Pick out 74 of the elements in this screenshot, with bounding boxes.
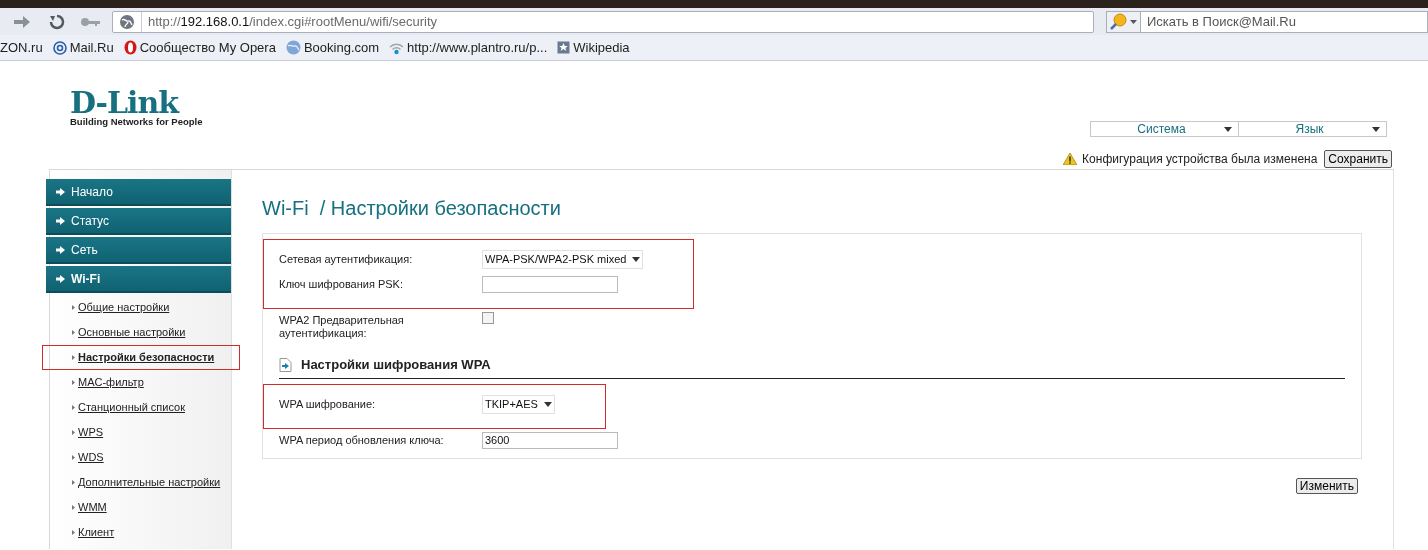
chevron-icon — [72, 455, 75, 460]
warning-icon — [1063, 153, 1078, 165]
search-field[interactable]: Искать в Поиск@Mail.Ru — [1141, 10, 1428, 33]
chevron-icon — [72, 505, 75, 510]
bookmark-link[interactable]: ZON.ru — [0, 39, 43, 56]
save-button[interactable]: Сохранить — [1324, 150, 1392, 168]
field-label: WPA период обновления ключа: — [279, 432, 445, 447]
submenu-link[interactable]: WMM — [78, 499, 107, 516]
caret-icon — [1224, 126, 1232, 132]
menu-item[interactable]: Сеть — [46, 237, 231, 264]
submenu-link[interactable]: Настройки безопасности — [78, 349, 215, 366]
search-engine-button[interactable] — [1106, 10, 1141, 33]
arrow-icon — [56, 187, 65, 196]
submenu-link[interactable]: Клиент — [78, 524, 115, 541]
chevron-icon — [72, 330, 75, 335]
menu-item[interactable]: Статус — [46, 208, 231, 235]
menu-dropdown[interactable]: Система — [1090, 121, 1239, 137]
forward-icon[interactable] — [12, 14, 32, 29]
bookmark-link[interactable]: Booking.com — [285, 39, 380, 56]
arrow-icon — [56, 274, 65, 283]
field-label: Ключ шифрования PSK: — [279, 277, 404, 291]
submenu-link[interactable]: Дополнительные настройки — [78, 474, 221, 491]
menu-item[interactable]: Wi-Fi — [46, 266, 231, 293]
caret-icon — [1372, 126, 1380, 132]
select-dropdown[interactable]: WPA-PSK/WPA2-PSK mixed — [482, 250, 644, 269]
submenu-link[interactable]: Общие настройки — [78, 299, 170, 316]
menu-item[interactable]: Начало — [46, 179, 231, 206]
apply-button[interactable]: Изменить — [1295, 478, 1358, 494]
opera-icon — [123, 40, 137, 55]
submenu-link[interactable]: Станционный список — [78, 399, 186, 416]
submenu-link[interactable]: WDS — [78, 449, 104, 466]
field-label: WPA шифрование: — [279, 396, 377, 411]
page-title: Wi-Fi / Настройки безопасности — [262, 196, 562, 220]
globe-icon — [119, 13, 135, 30]
text-field[interactable]: 3600 — [482, 431, 618, 449]
field-label: Сетевая аутентификация: — [279, 252, 414, 266]
chevron-icon — [72, 355, 75, 360]
chevron-icon — [72, 430, 75, 435]
caret-icon — [543, 401, 552, 407]
address-text: http://192.168.0.1/index.cgi#rootMenu/wifi/security — [148, 12, 438, 31]
arrow-icon — [56, 245, 65, 254]
chevron-icon — [72, 530, 75, 535]
globe-icon — [285, 40, 301, 55]
checkbox[interactable] — [482, 312, 494, 324]
bookmark-link[interactable]: http://www.plantro.ru/p... — [389, 39, 548, 56]
signal-icon — [389, 40, 405, 55]
chevron-icon — [72, 305, 75, 310]
logo-text: D-Link — [70, 89, 180, 117]
magnifier-icon — [1110, 12, 1128, 31]
address-field[interactable]: http://192.168.0.1/index.cgi#rootMenu/wifi/security — [112, 10, 1094, 33]
at-sign-icon — [52, 40, 67, 55]
submenu-link[interactable]: WPS — [78, 424, 104, 441]
chevron-icon — [72, 380, 75, 385]
document-arrow-icon — [279, 357, 292, 372]
bookmark-link[interactable]: Mail.Ru — [52, 39, 114, 56]
reload-icon[interactable] — [48, 12, 66, 31]
logo-tagline: Building Networks for People — [70, 116, 203, 127]
star-icon — [557, 41, 571, 54]
menu-dropdown[interactable]: Язык — [1238, 121, 1387, 137]
key-icon[interactable] — [80, 15, 102, 28]
chevron-icon — [72, 405, 75, 410]
submenu-link[interactable]: Основные настройки — [78, 324, 186, 341]
bookmark-link[interactable]: Сообщество My Opera — [123, 39, 276, 56]
submenu-link[interactable]: MAC-фильтр — [78, 374, 144, 391]
section-heading: Настройки шифрования WPA — [301, 356, 491, 374]
chevron-icon — [72, 480, 75, 485]
field-label: WPA2 Предварительная аутентификация: — [279, 313, 405, 340]
select-dropdown[interactable]: TKIP+AES — [482, 394, 555, 414]
bookmark-link[interactable]: Wikipedia — [557, 39, 630, 56]
arrow-icon — [56, 216, 65, 225]
caret-icon — [1130, 19, 1137, 24]
notice-text: Конфигурация устройства была изменена — [1082, 151, 1318, 168]
text-field[interactable] — [482, 276, 618, 293]
caret-icon — [632, 257, 641, 262]
